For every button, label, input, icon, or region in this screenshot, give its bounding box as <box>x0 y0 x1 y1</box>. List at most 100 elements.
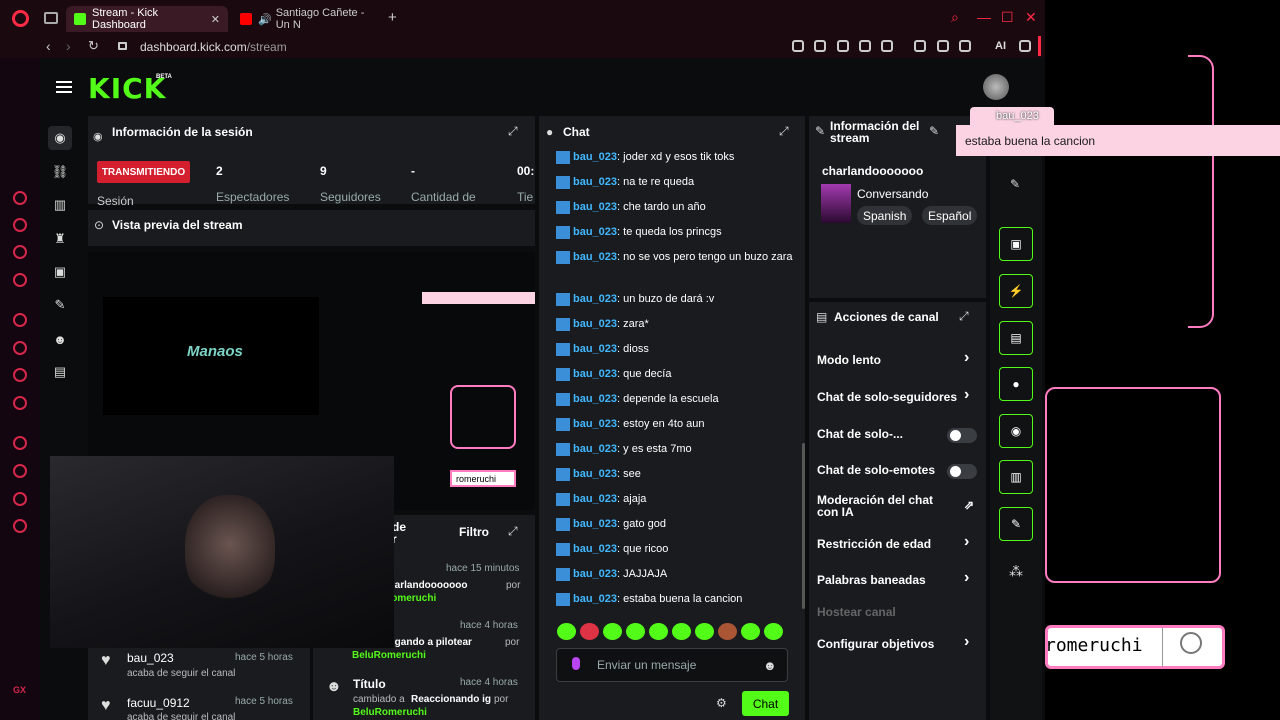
channel-action-row[interactable]: Chat de solo-emotes <box>817 463 935 477</box>
nav-analytics-icon[interactable]: ▥ <box>48 193 72 217</box>
activity-user[interactable]: BeluRomeruchi <box>353 707 427 718</box>
chat-username[interactable]: bau_023 <box>573 518 617 530</box>
activity-expand-icon[interactable]: ⤢ <box>508 524 518 539</box>
snapshot-icon[interactable] <box>814 40 826 52</box>
channel-action-row[interactable]: Palabras baneadas <box>817 573 926 587</box>
rail-chat-button[interactable]: ● <box>999 367 1033 401</box>
session-expand-icon[interactable]: ⤢ <box>508 124 518 139</box>
extensions-icon[interactable] <box>914 40 926 52</box>
actions-expand-icon[interactable]: ⤢ <box>959 309 969 324</box>
chevron-right-icon[interactable]: › <box>964 633 969 651</box>
chat-username[interactable]: bau_023 <box>573 493 617 505</box>
tab-island-icon[interactable] <box>44 12 58 24</box>
whatsapp-icon[interactable] <box>13 313 27 327</box>
chat-username[interactable]: bau_023 <box>573 368 617 380</box>
sidebar-twitch-icon[interactable] <box>13 245 27 259</box>
reload-icon[interactable]: ↻ <box>88 38 99 54</box>
emote-icon[interactable] <box>649 623 668 640</box>
category-name[interactable]: Conversando <box>857 187 928 201</box>
channel-action-row[interactable]: Modo lento <box>817 353 881 367</box>
heart-icon[interactable] <box>881 40 893 52</box>
follower-name[interactable]: facuu_0912 <box>127 696 190 710</box>
chat-username[interactable]: bau_023 <box>573 393 617 405</box>
follower-name[interactable]: bau_023 <box>127 651 174 665</box>
history-icon[interactable] <box>13 464 27 478</box>
emote-icon[interactable] <box>695 623 714 640</box>
shield-icon[interactable] <box>837 40 849 52</box>
ai-button[interactable]: AI <box>995 40 1006 52</box>
category-thumbnail[interactable] <box>821 184 851 223</box>
new-tab-button[interactable]: + <box>388 9 397 26</box>
settings-icon[interactable] <box>13 519 27 533</box>
emote-icon[interactable] <box>603 623 622 640</box>
kick-logo[interactable]: KICK <box>88 72 166 105</box>
activity-user[interactable]: BeluRomeruchi <box>352 650 426 661</box>
close-window-icon[interactable]: ✕ <box>1025 9 1037 26</box>
mic-icon[interactable] <box>572 657 580 670</box>
edit-icon[interactable]: ✎ <box>929 124 939 138</box>
tag-spanish[interactable]: Spanish <box>857 206 913 225</box>
nav-tools-icon[interactable]: ▤ <box>48 360 72 384</box>
chat-username[interactable]: bau_023 <box>573 593 617 605</box>
chat-username[interactable]: bau_023 <box>573 468 617 480</box>
emote-icon[interactable] <box>557 623 576 640</box>
emote-icon[interactable] <box>672 623 691 640</box>
chevron-right-icon[interactable]: › <box>964 386 969 404</box>
chevron-right-icon[interactable]: › <box>964 349 969 367</box>
user-avatar[interactable] <box>983 74 1009 100</box>
channel-action-row[interactable]: Chat de solo-... <box>817 427 903 441</box>
send-chat-button[interactable]: Chat <box>742 691 789 716</box>
profile-icon[interactable] <box>937 40 949 52</box>
toggle-switch[interactable] <box>947 428 977 443</box>
chat-username[interactable]: bau_023 <box>573 318 617 330</box>
x-icon[interactable] <box>13 396 27 410</box>
chevron-right-icon[interactable]: › <box>964 533 969 551</box>
instagram-icon[interactable] <box>13 341 27 355</box>
sidebar-bag-icon[interactable] <box>13 218 27 232</box>
rail-tools-button[interactable]: ✎ <box>999 507 1033 541</box>
rail-more-icon[interactable]: ⁂ <box>1009 563 1023 580</box>
nav-link-icon[interactable]: ⛓ <box>48 160 72 184</box>
tiktok-icon[interactable] <box>13 368 27 382</box>
rail-clip-button[interactable]: ▣ <box>999 227 1033 261</box>
channel-action-row[interactable]: Chat de solo-seguidores <box>817 390 957 404</box>
tab-kick-dashboard[interactable]: Stream - Kick Dashboard ✕ <box>66 6 228 32</box>
rail-broadcast-button[interactable]: ◉ <box>999 414 1033 448</box>
send-icon[interactable] <box>859 40 871 52</box>
chat-username[interactable]: bau_023 <box>573 343 617 355</box>
search-tabs-icon[interactable]: ⌕ <box>951 9 959 26</box>
chevron-right-icon[interactable]: › <box>964 569 969 587</box>
chat-username[interactable]: bau_023 <box>573 568 617 580</box>
chat-username[interactable]: bau_023 <box>573 443 617 455</box>
nav-trophy-icon[interactable]: ♜ <box>48 227 72 251</box>
minimize-icon[interactable]: — <box>977 9 991 25</box>
chat-username[interactable]: bau_023 <box>573 151 617 163</box>
chat-username[interactable]: bau_023 <box>573 226 617 238</box>
rail-layout-button[interactable]: ▥ <box>999 460 1033 494</box>
hamburger-menu-icon[interactable] <box>56 81 72 93</box>
opera-logo-icon[interactable] <box>12 10 29 27</box>
channel-action-row[interactable]: Restricción de edad <box>817 537 931 551</box>
chat-username[interactable]: bau_023 <box>573 251 617 263</box>
sidebar-news-icon[interactable] <box>13 273 27 287</box>
emote-icon[interactable] <box>580 623 599 640</box>
menu-icon[interactable] <box>1019 40 1031 52</box>
chat-username[interactable]: bau_023 <box>573 201 617 213</box>
sidebar-extensions-icon[interactable] <box>13 492 27 506</box>
emoji-picker-icon[interactable]: ☻ <box>763 658 777 673</box>
download-icon[interactable] <box>959 40 971 52</box>
chat-username[interactable]: bau_023 <box>573 543 617 555</box>
chat-username[interactable]: bau_023 <box>573 418 617 430</box>
channel-action-row[interactable]: Configurar objetivos <box>817 637 934 651</box>
chat-expand-icon[interactable]: ⤢ <box>779 124 789 139</box>
forward-icon[interactable]: › <box>66 38 71 54</box>
nav-stream-icon[interactable]: ◉ <box>48 126 72 150</box>
filter-button[interactable]: Filtro <box>459 525 489 539</box>
emote-icon[interactable] <box>718 623 737 640</box>
nav-wrench-icon[interactable]: ✎ <box>48 293 72 317</box>
toggle-switch[interactable] <box>947 464 977 479</box>
tab-youtube[interactable]: 🔊 Santiago Cañete - Un N <box>232 6 382 32</box>
rail-lightning-button[interactable]: ⚡ <box>999 274 1033 308</box>
spotify-icon[interactable] <box>13 436 27 450</box>
external-link-icon[interactable]: ⇗ <box>964 498 974 512</box>
